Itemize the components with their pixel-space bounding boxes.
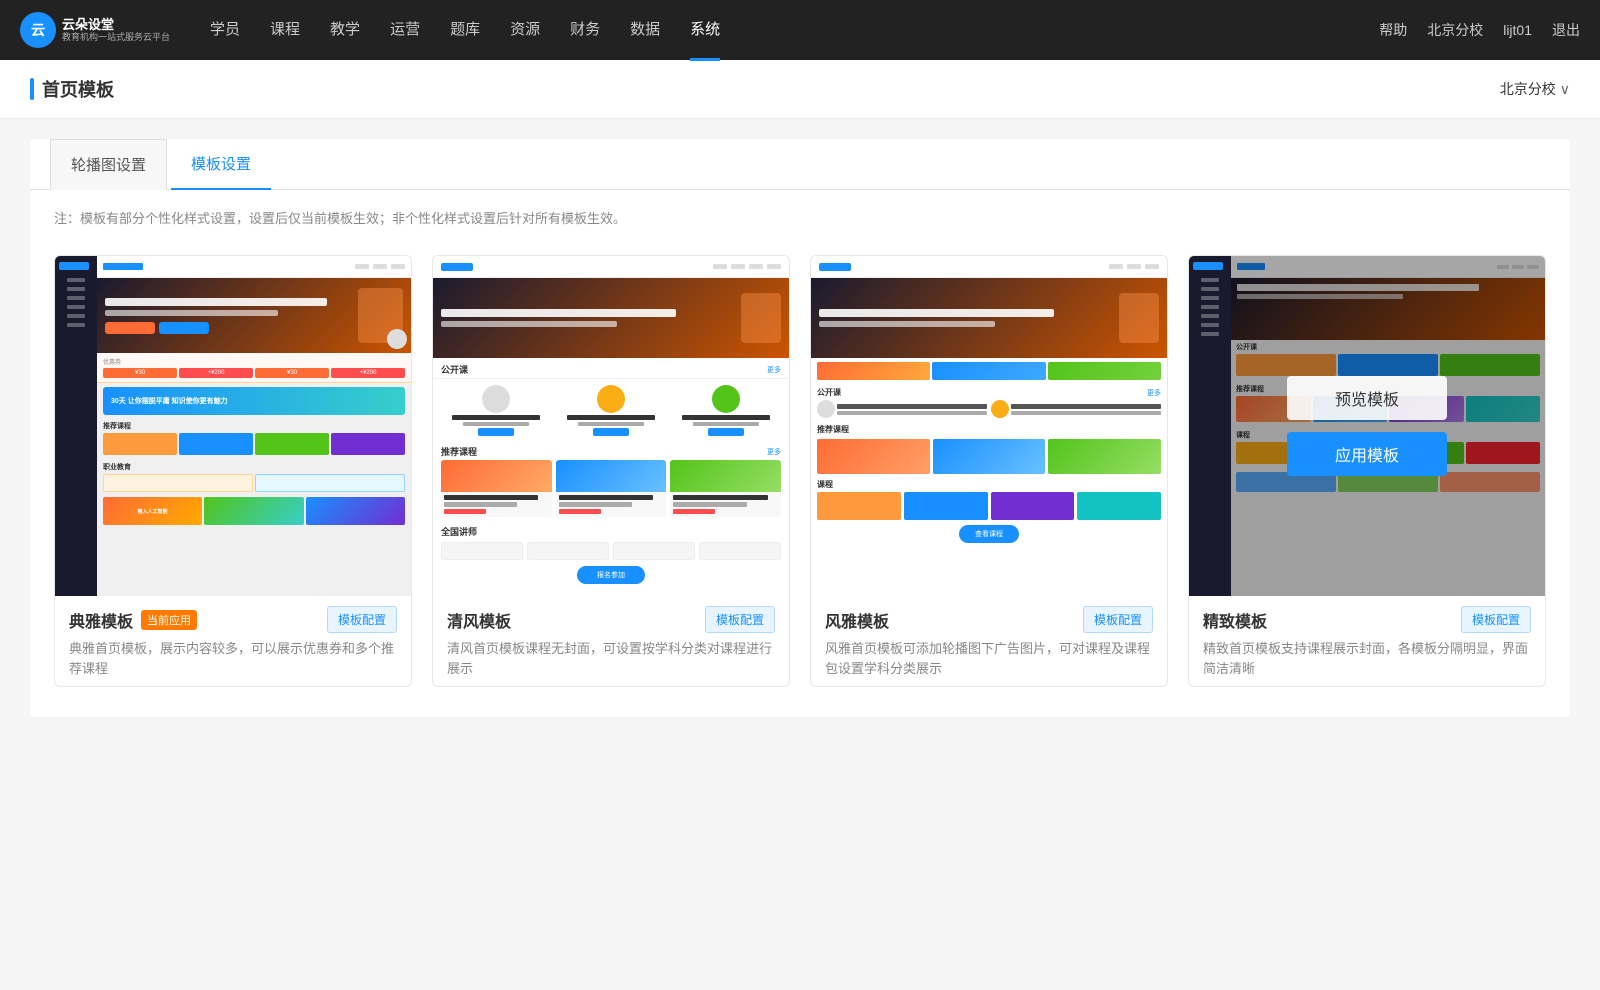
template-preview-jingzhi: 公开课 推荐课程 bbox=[1189, 256, 1545, 596]
template-desc-qingfeng: 清风首页模板课程无封面，可设置按学科分类对课程进行展示 bbox=[447, 639, 775, 678]
logo-subtitle: 教育机构一站式服务云平台 bbox=[62, 32, 170, 43]
template-footer-jingzhi: 精致模板 模板配置 精致首页模板支持课程展示封面，各模板分隔明显，界面简洁清晰 bbox=[1189, 596, 1545, 686]
logo-icon: 云 bbox=[20, 12, 56, 48]
nav-item-finance[interactable]: 财务 bbox=[570, 18, 600, 43]
template-footer-qingfeng: 清风模板 模板配置 清风首页模板课程无封面，可设置按学科分类对课程进行展示 bbox=[433, 596, 789, 686]
template-card-dianaya: 优惠券 ¥30 +¥200 ¥30 +¥200 30天 让你摆脱平庸 知识使你更… bbox=[54, 255, 412, 687]
page-title-bar bbox=[30, 78, 34, 100]
content-area: 轮播图设置 模板设置 注：模板有部分个性化样式设置，设置后仅当前模板生效；非个性… bbox=[30, 139, 1570, 717]
nav-right: 帮助 北京分校 lijt01 退出 bbox=[1379, 20, 1580, 40]
nav-item-teaching[interactable]: 教学 bbox=[330, 18, 360, 43]
navbar: 云 云朵设堂 教育机构一站式服务云平台 学员 课程 教学 运营 题库 资源 财务… bbox=[0, 0, 1600, 60]
template-card-fengya: 公开课 更多 推荐课程 bbox=[810, 255, 1168, 687]
template-name-dianaya: 典雅模板 bbox=[69, 608, 133, 632]
config-btn-fengya[interactable]: 模板配置 bbox=[1083, 606, 1153, 633]
tab-carousel[interactable]: 轮播图设置 bbox=[50, 139, 167, 190]
nav-item-resources[interactable]: 资源 bbox=[510, 18, 540, 43]
template-overlay-jingzhi: 预览模板 应用模板 bbox=[1189, 256, 1545, 596]
nav-item-courses[interactable]: 课程 bbox=[270, 18, 300, 43]
notice-text: 注：模板有部分个性化样式设置，设置后仅当前模板生效；非个性化样式设置后针对所有模… bbox=[30, 190, 1570, 245]
template-name-fengya: 风雅模板 bbox=[825, 608, 889, 632]
preview-template-btn[interactable]: 预览模板 bbox=[1287, 376, 1447, 420]
config-btn-jingzhi[interactable]: 模板配置 bbox=[1461, 606, 1531, 633]
logo-title: 云朵设堂 bbox=[62, 17, 170, 33]
nav-item-questions[interactable]: 题库 bbox=[450, 18, 480, 43]
help-link[interactable]: 帮助 bbox=[1379, 20, 1407, 40]
template-name-qingfeng: 清风模板 bbox=[447, 608, 511, 632]
template-card-jingzhi: 公开课 推荐课程 bbox=[1188, 255, 1546, 687]
page-header: 首页模板 北京分校 ∨ bbox=[0, 60, 1600, 119]
chevron-down-icon: ∨ bbox=[1560, 81, 1570, 98]
template-preview-dianaya: 优惠券 ¥30 +¥200 ¥30 +¥200 30天 让你摆脱平庸 知识使你更… bbox=[55, 256, 411, 596]
page-title-wrap: 首页模板 bbox=[30, 76, 114, 102]
nav-item-students[interactable]: 学员 bbox=[210, 18, 240, 43]
nav-item-operations[interactable]: 运营 bbox=[390, 18, 420, 43]
template-desc-jingzhi: 精致首页模板支持课程展示封面，各模板分隔明显，界面简洁清晰 bbox=[1203, 639, 1531, 678]
apply-template-btn[interactable]: 应用模板 bbox=[1287, 432, 1447, 476]
template-preview-fengya: 公开课 更多 推荐课程 bbox=[811, 256, 1167, 596]
config-btn-dianaya[interactable]: 模板配置 bbox=[327, 606, 397, 633]
nav-items: 学员 课程 教学 运营 题库 资源 财务 数据 系统 bbox=[210, 18, 1379, 43]
tab-template[interactable]: 模板设置 bbox=[171, 139, 271, 190]
templates-grid: 优惠券 ¥30 +¥200 ¥30 +¥200 30天 让你摆脱平庸 知识使你更… bbox=[30, 245, 1570, 687]
logo[interactable]: 云 云朵设堂 教育机构一站式服务云平台 bbox=[20, 12, 170, 48]
nav-item-data[interactable]: 数据 bbox=[630, 18, 660, 43]
branch-label: 北京分校 bbox=[1500, 79, 1556, 99]
current-badge-dianaya: 当前应用 bbox=[141, 610, 197, 630]
template-card-qingfeng: 公开课 更多 bbox=[432, 255, 790, 687]
template-name-jingzhi: 精致模板 bbox=[1203, 608, 1267, 632]
template-footer-fengya: 风雅模板 模板配置 风雅首页模板可添加轮播图下广告图片，可对课程及课程包设置学科… bbox=[811, 596, 1167, 686]
branch-dropdown[interactable]: 北京分校 ∨ bbox=[1500, 79, 1570, 99]
template-footer-dianaya: 典雅模板 当前应用 模板配置 典雅首页模板，展示内容较多，可以展示优惠券和多个推… bbox=[55, 596, 411, 686]
config-btn-qingfeng[interactable]: 模板配置 bbox=[705, 606, 775, 633]
user-menu[interactable]: lijt01 bbox=[1503, 22, 1532, 38]
logout-link[interactable]: 退出 bbox=[1552, 20, 1580, 40]
template-desc-fengya: 风雅首页模板可添加轮播图下广告图片，可对课程及课程包设置学科分类展示 bbox=[825, 639, 1153, 678]
page-title: 首页模板 bbox=[42, 76, 114, 102]
template-desc-dianaya: 典雅首页模板，展示内容较多，可以展示优惠券和多个推荐课程 bbox=[69, 639, 397, 678]
nav-item-system[interactable]: 系统 bbox=[690, 18, 720, 43]
branch-selector[interactable]: 北京分校 bbox=[1427, 20, 1483, 40]
template-preview-qingfeng: 公开课 更多 bbox=[433, 256, 789, 596]
tabs: 轮播图设置 模板设置 bbox=[30, 139, 1570, 190]
